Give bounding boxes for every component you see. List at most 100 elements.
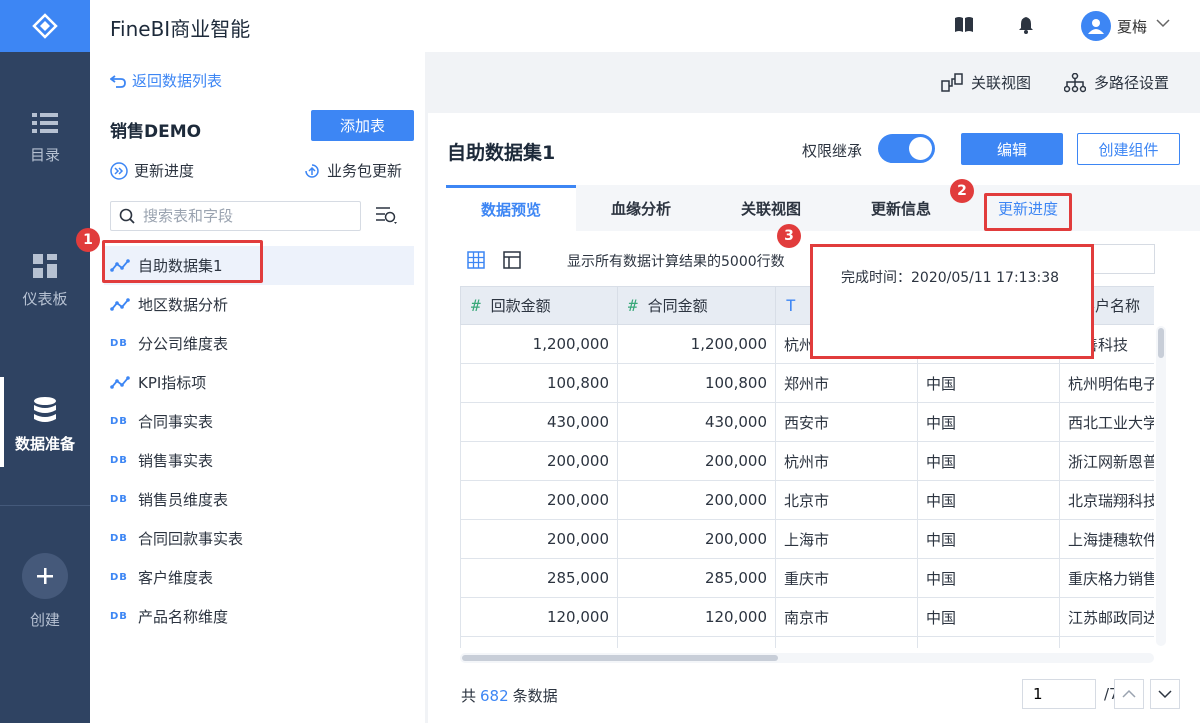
search-input[interactable] xyxy=(143,207,353,225)
column-name: 回款金额 xyxy=(490,297,551,315)
list-item-label: 分公司维度表 xyxy=(138,335,229,353)
multipath-settings-link[interactable]: 多路径设置 xyxy=(1064,72,1169,93)
total-prefix: 共 xyxy=(461,687,477,705)
list-item[interactable]: DB 合同回款事实表 xyxy=(104,519,414,558)
column-type-icon: # xyxy=(628,296,638,315)
relation-view-link[interactable]: 关联视图 xyxy=(941,72,1031,93)
dataset-tabs: 数据预览 血缘分析 关联视图 更新信息 更新进度 xyxy=(446,185,1200,231)
list-item[interactable]: DB 客户维度表 xyxy=(104,558,414,597)
list-item[interactable]: DB 分公司维度表 xyxy=(104,324,414,363)
fast-forward-circle-icon xyxy=(110,161,128,180)
column-header[interactable]: # 回款金额 xyxy=(460,286,618,325)
table-cell: 北京瑞翔科技 xyxy=(1059,480,1154,520)
table-cell: 西安市 xyxy=(775,402,918,442)
db-tag: DB xyxy=(110,416,128,427)
add-table-button[interactable]: 添加表 xyxy=(311,110,414,141)
grid-view-icon[interactable] xyxy=(467,251,485,269)
dataset-title: 自助数据集1 xyxy=(447,142,556,164)
column-type-icon: T xyxy=(786,296,796,315)
edit-button[interactable]: 编辑 xyxy=(961,133,1063,165)
list-item-label: 合同回款事实表 xyxy=(138,530,244,548)
total-number: 682 xyxy=(480,687,509,705)
table-search[interactable] xyxy=(110,201,361,231)
self-service-dataset-icon xyxy=(110,375,138,390)
tab-lineage[interactable]: 血缘分析 xyxy=(576,185,706,231)
nav-item-create[interactable]: 创建 xyxy=(0,553,90,630)
prev-page-button[interactable] xyxy=(1114,679,1144,709)
layout-view-icon[interactable] xyxy=(503,251,521,269)
list-item[interactable]: 地区数据分析 xyxy=(104,285,414,324)
nav-label: 目录 xyxy=(29,146,60,164)
chevron-down-icon[interactable] xyxy=(1156,18,1170,28)
relation-view-label: 关联视图 xyxy=(971,74,1032,92)
nav-item-dashboard[interactable]: 仪表板 xyxy=(0,254,90,309)
table-cell: 郑州市 xyxy=(775,363,918,403)
db-table-icon: DB xyxy=(110,338,138,349)
top-bar: FineBI商业智能 夏梅 xyxy=(90,0,1200,52)
book-icon[interactable] xyxy=(954,16,974,34)
list-item[interactable]: DB 销售员维度表 xyxy=(104,480,414,519)
app-logo[interactable] xyxy=(0,0,90,52)
create-component-button[interactable]: 创建组件 xyxy=(1077,133,1180,165)
total-suffix: 条数据 xyxy=(512,687,558,705)
relation-view-icon xyxy=(941,72,963,92)
annotation-badge-3: 3 xyxy=(777,224,801,248)
filter-settings-icon[interactable] xyxy=(375,206,399,226)
list-item[interactable]: DB 合同事实表 xyxy=(104,402,414,441)
table-cell: 95856部队 xyxy=(1059,636,1154,648)
table-cell: 上海市 xyxy=(775,519,918,559)
table-row: 520,000520,000上海市中国95856部队 xyxy=(460,636,1154,648)
table-cell: 杭州市 xyxy=(775,441,918,481)
horizontal-scrollbar[interactable] xyxy=(460,653,1154,663)
table-cell: 200,000 xyxy=(617,519,776,559)
db-table-icon: DB xyxy=(110,416,138,427)
tab-data-preview[interactable]: 数据预览 xyxy=(446,185,576,231)
table-cell: 200,000 xyxy=(460,480,618,520)
table-cell: 中国 xyxy=(917,597,1060,637)
package-update-link[interactable]: 业务包更新 xyxy=(303,160,402,181)
package-panel: 返回数据列表 销售DEMO 添加表 更新进度 业务包更新 自助数据集1地区数据分… xyxy=(90,52,425,723)
list-item-label: 合同事实表 xyxy=(138,413,214,431)
self-service-dataset-icon xyxy=(110,375,130,389)
nav-item-data-prep[interactable]: 数据准备 xyxy=(0,377,90,467)
nav-divider xyxy=(0,505,90,506)
table-cell: 100,800 xyxy=(460,363,618,403)
db-table-icon: DB xyxy=(110,572,138,583)
list-item-label: 产品名称维度 xyxy=(138,608,229,626)
nav-label: 创建 xyxy=(29,611,60,629)
nav-item-catalog[interactable]: 目录 xyxy=(0,112,90,165)
vertical-scrollbar[interactable] xyxy=(1156,326,1166,646)
permission-toggle[interactable] xyxy=(878,134,935,163)
tab-update-info[interactable]: 更新信息 xyxy=(836,185,966,231)
bell-icon[interactable] xyxy=(1018,16,1034,34)
username[interactable]: 夏梅 xyxy=(1117,16,1147,37)
logo-icon xyxy=(32,13,58,39)
page-number-input[interactable] xyxy=(1022,679,1096,709)
list-item[interactable]: DB 销售事实表 xyxy=(104,441,414,480)
list-item-label: 客户维度表 xyxy=(138,569,214,587)
chevron-down-icon xyxy=(1158,690,1172,699)
table-cell: 西北工业大学 xyxy=(1059,402,1154,442)
list-item[interactable]: DB 产品名称维度 xyxy=(104,597,414,636)
tab-relation-view[interactable]: 关联视图 xyxy=(706,185,836,231)
annotation-badge-2: 2 xyxy=(950,179,974,203)
table-cell: 中国 xyxy=(917,558,1060,598)
column-header[interactable]: # 合同金额 xyxy=(617,286,776,325)
upload-circle-icon xyxy=(305,163,319,178)
table-cell: 285,000 xyxy=(460,558,618,598)
db-table-icon: DB xyxy=(110,611,138,622)
table-row: 200,000 200,000 上海市 中国 上海捷穗软件 xyxy=(460,519,1154,559)
update-progress-link[interactable]: 更新进度 xyxy=(110,160,194,181)
table-cell: 520,000 xyxy=(617,636,776,648)
user-icon xyxy=(1088,19,1104,34)
dashboard-icon xyxy=(33,254,57,278)
db-table-icon: DB xyxy=(110,533,138,544)
avatar[interactable] xyxy=(1081,11,1111,41)
table-list: 自助数据集1 地区数据分析 DB 分公司维度表 KPI指标项 DB 合同事实表 DB 销售事实表… xyxy=(104,246,414,636)
back-to-list-link[interactable]: 返回数据列表 xyxy=(110,70,222,91)
table-cell: 浙江网新恩普 xyxy=(1059,441,1154,481)
list-item[interactable]: KPI指标项 xyxy=(104,363,414,402)
list-item-label: 销售员维度表 xyxy=(138,491,229,509)
next-page-button[interactable] xyxy=(1150,679,1180,709)
table-cell: 中国 xyxy=(917,363,1060,403)
